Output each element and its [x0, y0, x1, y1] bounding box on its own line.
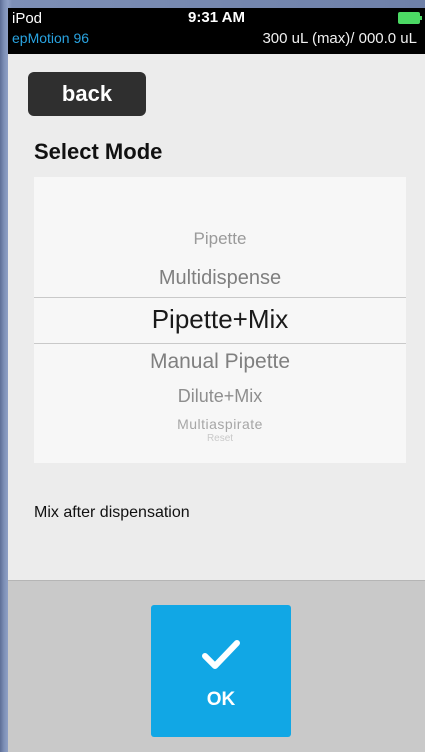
selection-divider-top [34, 297, 406, 298]
page-title: Select Mode [34, 139, 163, 164]
mode-description: Mix after dispensation [34, 504, 190, 521]
picker-item[interactable]: Pipette [34, 229, 406, 249]
picker-item[interactable]: Manual Pipette [34, 350, 406, 374]
picker-item[interactable]: Multidispense [34, 267, 406, 290]
status-bar: iPod 9:31 AM epMotion 96 300 uL (max)/ 0… [8, 8, 425, 54]
bottom-bar: OK [8, 580, 425, 752]
checkmark-icon [202, 640, 240, 669]
back-button[interactable]: back [28, 72, 146, 116]
picker-item[interactable]: Multiaspirate [34, 416, 406, 432]
mode-picker[interactable]: Pipette Multidispense Pipette+Mix Manual… [34, 177, 406, 463]
app-screen: iPod 9:31 AM epMotion 96 300 uL (max)/ 0… [8, 8, 425, 752]
ok-label: OK [206, 689, 236, 710]
picker-item[interactable]: Reset [34, 433, 406, 444]
selection-divider-bottom [34, 343, 406, 344]
picker-item-selected[interactable]: Pipette+Mix [34, 304, 406, 335]
ok-button[interactable]: OK [151, 605, 291, 737]
battery-icon [398, 12, 422, 24]
picker-item[interactable]: Dilute+Mix [34, 386, 406, 407]
volume-readout: 300 uL (max)/ 000.0 uL [262, 30, 417, 47]
clock: 9:31 AM [188, 9, 245, 26]
app-name: epMotion 96 [12, 30, 90, 46]
main-content: back Select Mode Pipette Multidispense P… [8, 54, 425, 580]
